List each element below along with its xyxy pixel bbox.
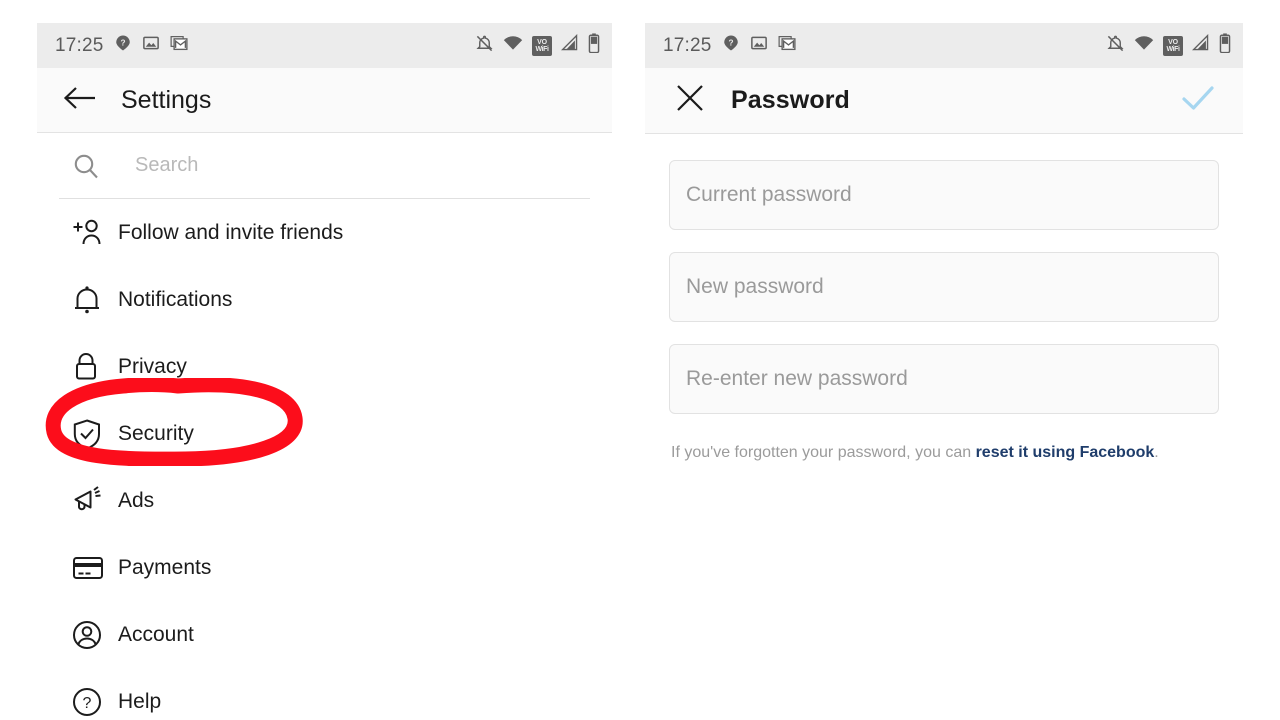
megaphone-icon [72, 485, 108, 516]
back-button[interactable] [57, 77, 103, 123]
sidebar-item-label: Privacy [118, 354, 187, 378]
sidebar-item-label: Help [118, 689, 162, 713]
svg-text:?: ? [728, 38, 733, 47]
password-screen: 17:25 ? VO WiFi Password Current passwor… [645, 23, 1243, 720]
sidebar-item-label: Notifications [118, 287, 233, 311]
vowifi-line-1: VO [1168, 38, 1178, 46]
search-icon [72, 152, 102, 180]
settings-app-bar: Settings [37, 68, 612, 133]
status-time: 17:25 [55, 34, 104, 56]
status-time: 17:25 [663, 34, 712, 56]
credit-card-icon [72, 555, 108, 581]
new-password-input[interactable]: New password [669, 252, 1219, 322]
vowifi-line-2: WiFi [1166, 45, 1180, 53]
sidebar-item-label: Account [118, 622, 194, 646]
status-bar-left-group: 17:25 ? [663, 34, 796, 57]
gmail-icon [170, 34, 188, 57]
sidebar-item-payments[interactable]: Payments [59, 534, 590, 601]
sidebar-item-label: Payments [118, 555, 212, 579]
person-circle-icon [72, 620, 108, 650]
vowifi-badge-icon: VO WiFi [532, 35, 552, 56]
arrow-left-icon [63, 85, 97, 116]
hint-suffix-text: . [1154, 444, 1159, 461]
status-bar-right: 17:25 ? VO WiFi [645, 23, 1243, 68]
cellular-signal-icon [560, 33, 579, 57]
sidebar-item-help[interactable]: ? Help [59, 668, 590, 720]
sidebar-item-label: Security [118, 421, 194, 445]
sidebar-item-follow-and-invite-friends[interactable]: Follow and invite friends [59, 199, 590, 266]
search-input-placeholder: Search [135, 154, 199, 176]
help-badge-icon: ? [114, 34, 132, 57]
bell-icon [72, 284, 108, 316]
sidebar-item-label: Follow and invite friends [118, 220, 344, 244]
notifications-off-icon [1106, 34, 1125, 58]
confirm-button[interactable] [1175, 78, 1221, 124]
svg-text:?: ? [120, 38, 125, 47]
input-placeholder: Current password [686, 183, 852, 206]
page-title: Password [731, 86, 850, 114]
status-bar-right-group: VO WiFi [475, 33, 600, 58]
status-bar-right-group: VO WiFi [1106, 33, 1231, 58]
close-icon [675, 83, 705, 118]
check-icon [1181, 84, 1215, 117]
confirm-password-input[interactable]: Re-enter new password [669, 344, 1219, 414]
current-password-input[interactable]: Current password [669, 160, 1219, 230]
settings-list: Search Follow and invite friends Notific… [37, 133, 612, 720]
screenshot-stage: 17:25 ? VO WiFi Settings Search Follow a… [0, 0, 1280, 720]
sidebar-item-security[interactable]: Security [45, 378, 590, 467]
wifi-icon [1134, 35, 1154, 56]
battery-icon [588, 33, 600, 58]
vowifi-badge-icon: VO WiFi [1163, 35, 1183, 56]
sidebar-item-privacy[interactable]: Privacy [59, 333, 590, 400]
status-bar-left: 17:25 ? VO WiFi [37, 23, 612, 68]
shield-check-icon [72, 418, 108, 450]
password-form: Current password New password Re-enter n… [645, 134, 1243, 464]
status-bar-left-group: 17:25 ? [55, 34, 188, 57]
photos-icon [142, 34, 160, 57]
vowifi-line-2: WiFi [535, 45, 549, 53]
notifications-off-icon [475, 34, 494, 58]
photos-icon [750, 34, 768, 57]
lock-icon [72, 351, 108, 383]
gmail-icon [778, 34, 796, 57]
page-title: Settings [121, 85, 212, 114]
svg-text:?: ? [83, 695, 92, 712]
battery-icon [1219, 33, 1231, 58]
sidebar-item-ads[interactable]: Ads [59, 467, 590, 534]
input-placeholder: New password [686, 275, 824, 298]
settings-screen: 17:25 ? VO WiFi Settings Search Follow a… [37, 23, 612, 720]
reset-with-facebook-link[interactable]: reset it using Facebook [976, 444, 1155, 461]
sidebar-item-label: Ads [118, 488, 155, 512]
help-circle-icon: ? [72, 687, 108, 717]
sidebar-item-notifications[interactable]: Notifications [59, 266, 590, 333]
forgot-password-hint: If you've forgotten your password, you c… [669, 436, 1219, 464]
search-field[interactable]: Search [59, 133, 590, 199]
sidebar-item-account[interactable]: Account [59, 601, 590, 668]
password-app-bar: Password [645, 68, 1243, 134]
hint-prefix-text: If you've forgotten your password, you c… [671, 444, 976, 461]
vowifi-line-1: VO [537, 38, 547, 46]
person-add-icon [72, 218, 108, 248]
wifi-icon [503, 35, 523, 56]
help-badge-icon: ? [722, 34, 740, 57]
input-placeholder: Re-enter new password [686, 367, 908, 390]
cellular-signal-icon [1191, 33, 1210, 57]
close-button[interactable] [667, 78, 713, 124]
